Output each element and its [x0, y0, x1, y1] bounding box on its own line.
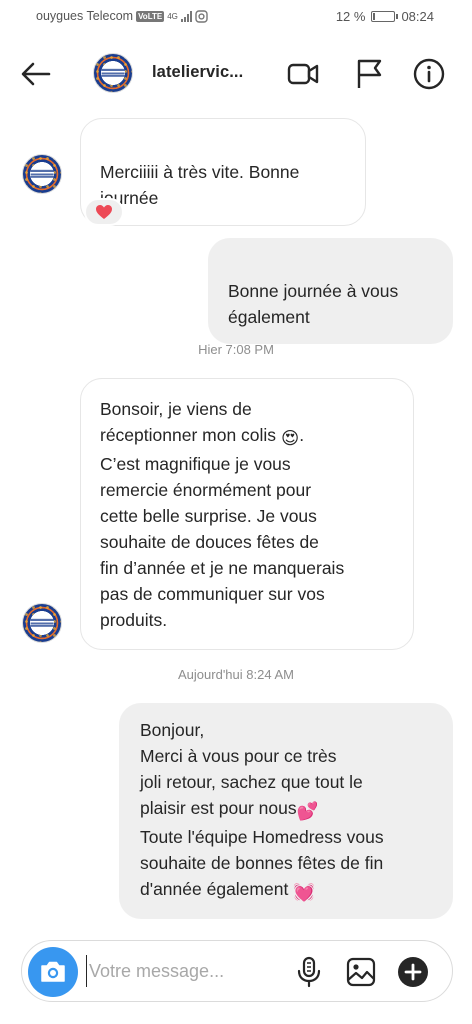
network-type: 4G [167, 11, 178, 21]
battery-icon [371, 11, 399, 22]
add-icon[interactable] [396, 955, 430, 989]
status-bar: ouygues Telecom VoLTE 4G 12 % 08:24 [0, 0, 472, 34]
message-text-continued: Toute l'équipe Homedress vous souhaite d… [140, 827, 384, 899]
message-received[interactable]: Bonsoir, je viens de réceptionner mon co… [80, 378, 414, 650]
message-text: Bonjour, Merci à vous pour ce très joli … [140, 720, 363, 818]
beating-heart-emoji: 💓 [293, 882, 315, 902]
two-hearts-emoji: 💕 [296, 801, 319, 821]
message-text: Bonsoir, je viens de réceptionner mon co… [100, 399, 277, 445]
video-call-icon[interactable] [286, 57, 320, 91]
volte-badge: VoLTE [136, 10, 165, 22]
instagram-notification-icon [195, 9, 208, 23]
profile-avatar[interactable] [93, 53, 133, 93]
clock: 08:24 [401, 9, 434, 24]
flag-icon[interactable] [352, 57, 386, 91]
chat-username[interactable]: lateliervic... [152, 63, 243, 82]
carrier-name: ouygues Telecom [36, 9, 134, 23]
status-right: 12 % 08:24 [336, 9, 434, 24]
info-icon[interactable] [412, 57, 446, 91]
message-sent[interactable]: Bonjour, Merci à vous pour ce très joli … [119, 703, 453, 919]
microphone-icon[interactable] [292, 955, 326, 989]
battery-percent: 12 % [335, 9, 366, 24]
heart-icon [96, 205, 112, 219]
message-text: Bonne journée à vous également [228, 281, 399, 327]
message-composer [21, 940, 453, 1002]
message-input[interactable] [86, 955, 276, 987]
message-text: Merciiiii à très vite. Bonne journée [100, 162, 300, 208]
timestamp: Hier 7:08 PM [198, 342, 274, 357]
message-text-continued: . C’est magnifique je vous remercie énor… [100, 425, 345, 630]
camera-icon [41, 961, 65, 982]
message-sent[interactable]: Bonne journée à vous également [208, 238, 453, 344]
gallery-icon[interactable] [344, 955, 378, 989]
signal-icon [180, 10, 192, 22]
sender-avatar[interactable] [22, 154, 62, 194]
sender-avatar[interactable] [22, 603, 62, 643]
reaction-badge[interactable] [84, 198, 124, 226]
heart-eyes-emoji: 😍 [280, 428, 300, 448]
timestamp: Aujourd'hui 8:24 AM [178, 667, 294, 682]
back-arrow-icon[interactable] [18, 56, 54, 92]
chat-header: lateliervic... [0, 44, 472, 102]
carrier-info: ouygues Telecom VoLTE 4G [36, 9, 208, 23]
camera-button[interactable] [28, 947, 78, 997]
